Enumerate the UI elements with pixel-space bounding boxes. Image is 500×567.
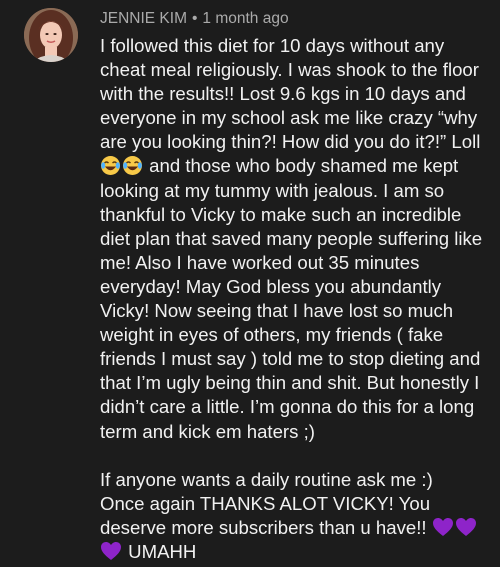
- comment-timestamp[interactable]: 1 month ago: [202, 10, 288, 27]
- purple-heart-icon: [100, 541, 122, 561]
- comment-header: JENNIE KIM • 1 month ago: [100, 9, 289, 29]
- purple-heart-icon: [432, 517, 454, 537]
- comment-text-part2: and those who body shamed me kept lookin…: [100, 155, 483, 538]
- comment-text-part1: I followed this diet for 10 days without…: [100, 35, 486, 153]
- face-with-tears-of-joy-icon: [100, 155, 121, 176]
- avatar[interactable]: [24, 8, 78, 62]
- face-with-tears-of-joy-icon: [122, 155, 143, 176]
- separator-dot: •: [191, 10, 198, 27]
- author-name[interactable]: JENNIE KIM: [100, 10, 187, 27]
- purple-heart-icon: [455, 517, 477, 537]
- comment: JENNIE KIM • 1 month ago I followed this d…: [0, 0, 500, 562]
- avatar-image: [24, 8, 78, 62]
- comment-text: I followed this diet for 10 days without…: [100, 34, 494, 564]
